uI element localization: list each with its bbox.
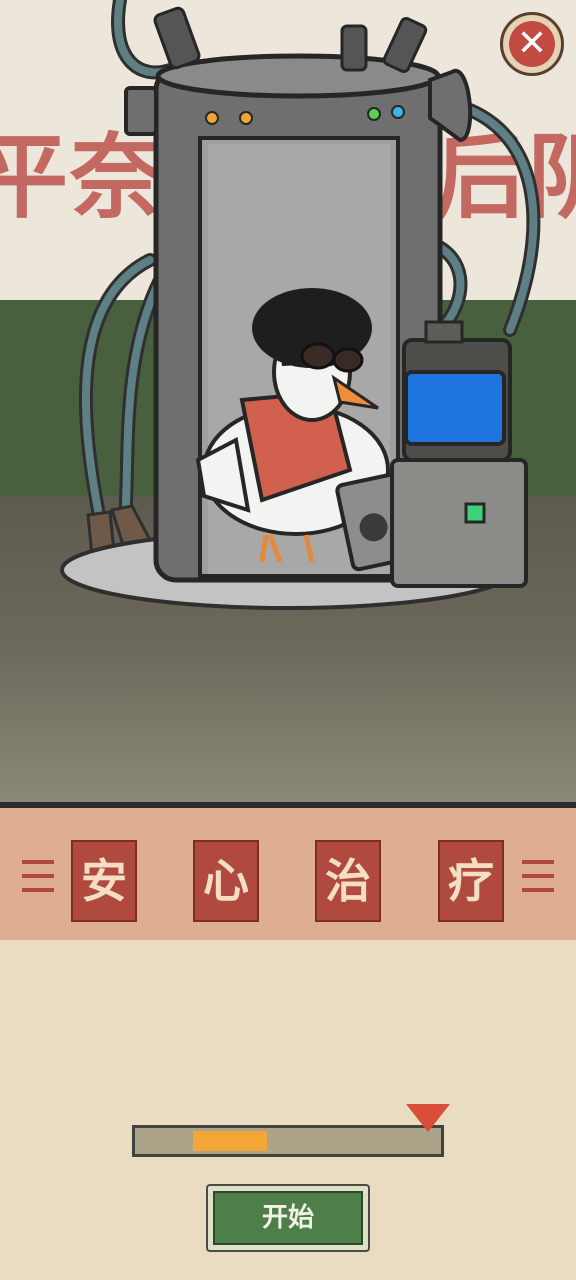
console-button	[464, 502, 486, 524]
indicator-light	[239, 111, 253, 125]
indicator-light	[391, 105, 405, 119]
title-char-tile: 心	[193, 840, 259, 922]
timing-bar-target-zone	[193, 1131, 267, 1151]
start-button-label: 开始	[213, 1191, 363, 1245]
title-bar: 安 心 治 疗	[0, 808, 576, 940]
title-decoration-right	[522, 860, 554, 902]
control-console	[390, 320, 528, 588]
scene: 平奈 后阴	[0, 0, 576, 808]
game-screen: 平奈 后阴	[0, 0, 576, 1280]
scene-illustration	[60, 0, 541, 610]
title-char-tile: 安	[71, 840, 137, 922]
close-icon: ✕	[509, 21, 555, 67]
indicator-light	[367, 107, 381, 121]
monitor-screen	[404, 370, 506, 446]
timing-pointer-icon	[406, 1104, 451, 1132]
start-button[interactable]: 开始	[206, 1184, 370, 1252]
title-decoration-left	[22, 860, 54, 902]
indicator-light	[205, 111, 219, 125]
timing-bar	[132, 1125, 444, 1157]
close-button[interactable]: ✕	[500, 12, 564, 76]
title-char-tile: 治	[315, 840, 381, 922]
title-char-tile: 疗	[438, 840, 504, 922]
